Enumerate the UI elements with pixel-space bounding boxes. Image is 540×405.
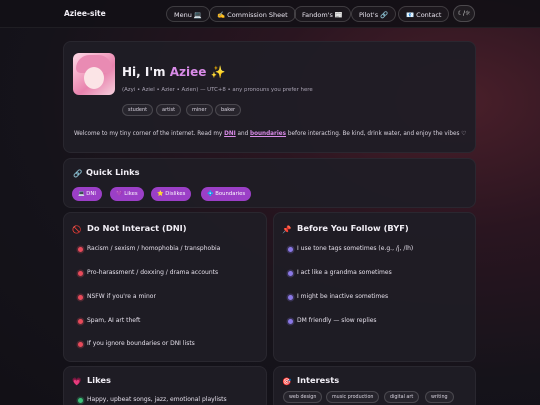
tag-miner: miner bbox=[186, 104, 213, 116]
byf-item: DM friendly — slow replies bbox=[297, 317, 377, 324]
dni-bullet-icon bbox=[78, 295, 83, 300]
nav-contact-link[interactable]: 📧 Contact bbox=[398, 6, 450, 22]
nav-fandoms-link[interactable]: Fandom's 📰 bbox=[294, 6, 352, 22]
welcome-post: before interacting. Be kind, drink water… bbox=[287, 131, 467, 137]
greeting-text: Hi, I'm bbox=[122, 65, 166, 79]
byf-bullet-icon bbox=[288, 319, 293, 324]
dni-bullet-icon bbox=[78, 342, 83, 347]
likes-title: Likes bbox=[87, 375, 111, 385]
dni-link[interactable]: DNI bbox=[224, 131, 236, 137]
target-icon: 🎯 bbox=[282, 377, 292, 386]
nav-commission-link[interactable]: ✍️ Commission Sheet bbox=[209, 6, 296, 22]
tag-baker: baker bbox=[215, 104, 242, 116]
quick-link-dislikes[interactable]: ⭐ Dislikes bbox=[151, 187, 192, 201]
dni-bullet-icon bbox=[78, 319, 83, 324]
byf-title: Before You Follow (BYF) bbox=[297, 223, 409, 233]
likes-bullet-icon bbox=[78, 398, 83, 403]
avatar-face bbox=[84, 67, 104, 89]
tag-student: student bbox=[122, 104, 154, 116]
profile-subtitle: (Azyi • Aziel • Azier • Azien) — UTC+8 •… bbox=[122, 87, 313, 93]
profile-heading: Hi, I'm Aziee ✨ bbox=[122, 65, 226, 79]
byf-item: I act like a grandma sometimes bbox=[297, 269, 392, 276]
top-navbar: Aziee-site Menu 💻 ✍️ Commission Sheet Fa… bbox=[0, 0, 540, 28]
dni-item: If you ignore boundaries or DNI lists bbox=[87, 340, 195, 347]
byf-item: I use tone tags sometimes (e.g., /j, /lh… bbox=[297, 245, 414, 252]
interests-title: Interests bbox=[297, 375, 340, 385]
welcome-text: Welcome to my tiny corner of the interne… bbox=[74, 129, 474, 139]
byf-bullet-icon bbox=[288, 295, 293, 300]
dni-bullet-icon bbox=[78, 271, 83, 276]
tag-artist: artist bbox=[156, 104, 182, 116]
welcome-and: and bbox=[237, 131, 249, 137]
pushpin-icon: 📌 bbox=[282, 225, 292, 234]
quick-link-dni[interactable]: 💻 DNI bbox=[72, 187, 102, 201]
dni-item: NSFW if you're a minor bbox=[87, 293, 156, 300]
dni-item: Racism / sexism / homophobia / transphob… bbox=[87, 245, 221, 252]
quick-link-likes[interactable]: 💜 Likes bbox=[110, 187, 144, 201]
welcome-pre: Welcome to my tiny corner of the interne… bbox=[74, 131, 223, 137]
dni-title: Do Not Interact (DNI) bbox=[87, 223, 187, 233]
byf-item: I might be inactive sometimes bbox=[297, 293, 389, 300]
byf-card bbox=[273, 212, 476, 362]
quick-link-boundaries[interactable]: 💠 Boundaries bbox=[201, 187, 252, 201]
dni-item: Spam, AI art theft bbox=[87, 317, 141, 324]
interest-chip-digital-art: digital art bbox=[384, 391, 420, 403]
likes-item: Happy, upbeat songs, jazz, emotional pla… bbox=[87, 396, 227, 403]
byf-bullet-icon bbox=[288, 271, 293, 276]
nav-pilots-link[interactable]: Pilot's 🔗 bbox=[351, 6, 397, 22]
interest-chip-music-production: music production bbox=[326, 391, 380, 403]
quick-links-title: Quick Links bbox=[86, 167, 140, 177]
dni-item: Pro-harassment / doxxing / drama account… bbox=[87, 269, 219, 276]
interest-chip-web-design: web design bbox=[283, 391, 323, 403]
profile-card: Hi, I'm Aziee ✨ (Azyi • Aziel • Azier • … bbox=[63, 41, 476, 153]
heart-icon: 💗 bbox=[72, 377, 82, 386]
nav-menu-link[interactable]: Menu 💻 bbox=[166, 6, 211, 22]
no-entry-icon: 🚫 bbox=[72, 225, 82, 234]
byf-bullet-icon bbox=[288, 247, 293, 252]
site-brand[interactable]: Aziee-site bbox=[64, 9, 106, 18]
profile-name: Aziee bbox=[169, 65, 207, 79]
boundaries-link[interactable]: boundaries bbox=[250, 131, 286, 137]
link-icon: 🔗 bbox=[73, 169, 83, 178]
avatar bbox=[73, 53, 115, 95]
sparkle-icon: ✨ bbox=[210, 65, 226, 79]
interest-chip-writing: writing bbox=[425, 391, 454, 403]
theme-toggle-button[interactable]: ☾/☼ bbox=[453, 5, 475, 22]
dni-bullet-icon bbox=[78, 247, 83, 252]
